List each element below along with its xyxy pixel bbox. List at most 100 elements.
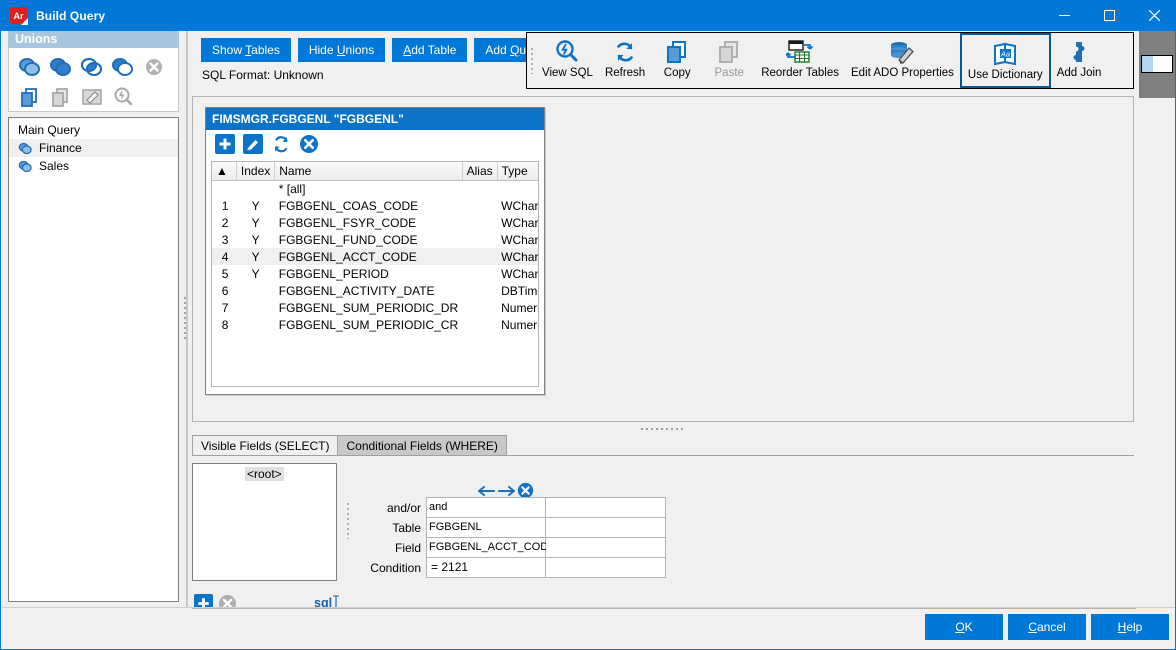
grid-header-name[interactable]: Name bbox=[274, 162, 463, 181]
table-row[interactable]: * [all] bbox=[212, 180, 538, 197]
copy-query-icon[interactable] bbox=[14, 83, 45, 110]
scrollbar-thumb[interactable] bbox=[1141, 55, 1173, 73]
fields-table: ▲ Index Name Alias Type * [all] 1 Y FGBGEN… bbox=[212, 162, 538, 333]
sidebar-item-finance[interactable]: Finance bbox=[9, 139, 178, 157]
ribbon-refresh[interactable]: Refresh bbox=[599, 33, 651, 88]
table-row[interactable]: 1 Y FGBGENL_COAS_CODE WChar bbox=[212, 197, 538, 214]
condition-andor-input[interactable]: and bbox=[426, 497, 546, 518]
tree-root-label: Main Query bbox=[18, 123, 81, 137]
bottom-tabs: Visible Fields (SELECT) Conditional Fiel… bbox=[192, 435, 1134, 455]
condition-value-extra[interactable] bbox=[546, 557, 666, 578]
table-row[interactable]: 7FGBGENL_SUM_PERIODIC_DRNumeric bbox=[212, 299, 538, 316]
ribbon-reorder-tables[interactable]: Reorder Tables bbox=[755, 33, 845, 88]
except-icon[interactable] bbox=[107, 53, 138, 80]
refresh-fields-icon[interactable] bbox=[271, 134, 291, 154]
horizontal-splitter[interactable] bbox=[192, 424, 1134, 433]
table-row-selected[interactable]: 4 Y FGBGENL_ACCT_CODE WChar bbox=[212, 248, 538, 265]
condition-label: Field bbox=[394, 541, 421, 555]
unions-tree[interactable]: Main Query Finance Sales bbox=[8, 117, 179, 602]
condition-andor-extra[interactable] bbox=[546, 497, 666, 518]
ok-button[interactable]: OK bbox=[925, 614, 1003, 640]
reorder-tables-icon bbox=[786, 38, 814, 66]
query-canvas[interactable]: FIMSMGR.FGBGENL "FGBGENL" ▲ Index Name A… bbox=[192, 96, 1134, 422]
condition-table-extra[interactable] bbox=[546, 517, 666, 538]
copy-icon bbox=[664, 38, 690, 66]
top-toolbar: Show Tables Hide Unions Add Table Add Qu… bbox=[189, 31, 1175, 89]
ribbon-use-dictionary[interactable]: Aa Use Dictionary bbox=[959, 33, 1051, 88]
cancel-button[interactable]: Cancel bbox=[1008, 614, 1086, 640]
add-field-icon[interactable] bbox=[215, 134, 235, 154]
ribbon-paste[interactable]: Paste bbox=[703, 33, 755, 88]
add-table-button[interactable]: Add Table bbox=[392, 38, 468, 62]
table-card[interactable]: FIMSMGR.FGBGENL "FGBGENL" ▲ Index Name A… bbox=[205, 107, 545, 395]
splitter-line bbox=[186, 31, 188, 607]
condition-splitter[interactable] bbox=[344, 486, 352, 556]
ribbon-copy[interactable]: Copy bbox=[651, 33, 703, 88]
refresh-icon bbox=[612, 38, 638, 66]
condition-row-field: Field FGBGENL_ACCT_CODE bbox=[362, 537, 666, 558]
sql-format-label: SQL Format: Unknown bbox=[202, 68, 324, 82]
table-row[interactable]: 6FGBGENL_ACTIVITY_DATEDBTime... bbox=[212, 282, 538, 299]
close-icon[interactable] bbox=[1132, 0, 1175, 31]
ribbon-toolbar: View SQL Refresh Copy Paste Reorder Tabl… bbox=[526, 32, 1134, 89]
remove-union-icon bbox=[138, 53, 169, 80]
edit-ado-properties-icon bbox=[888, 38, 916, 66]
ribbon-label: Paste bbox=[714, 67, 744, 79]
use-dictionary-icon: Aa bbox=[992, 40, 1018, 68]
tab-visible-fields[interactable]: Visible Fields (SELECT) bbox=[192, 435, 339, 455]
grid-header-sort[interactable]: ▲ bbox=[212, 162, 237, 181]
intersect-icon[interactable] bbox=[76, 53, 107, 80]
grid-header-type[interactable]: Type bbox=[497, 162, 538, 181]
condition-label: Condition bbox=[370, 561, 421, 575]
condition-field-extra[interactable] bbox=[546, 537, 666, 558]
window-title: Build Query bbox=[36, 8, 106, 23]
table-row[interactable]: 3 Y FGBGENL_FUND_CODE WChar bbox=[212, 231, 538, 248]
condition-value-input[interactable]: = 2121 bbox=[426, 557, 546, 578]
help-button[interactable]: Help bbox=[1091, 614, 1169, 640]
title-bar: Ar Build Query bbox=[1, 0, 1175, 31]
footer-divider bbox=[192, 608, 1136, 609]
unions-header: Unions bbox=[8, 31, 179, 48]
edit-query-icon bbox=[76, 83, 107, 110]
delete-table-icon[interactable] bbox=[299, 134, 319, 154]
edit-field-icon[interactable] bbox=[243, 134, 263, 154]
union-node-icon bbox=[18, 160, 37, 173]
ribbon-label: Refresh bbox=[604, 67, 646, 79]
union-all-icon[interactable] bbox=[14, 53, 45, 80]
grid-header-alias[interactable]: Alias bbox=[462, 162, 498, 181]
ribbon-view-sql[interactable]: View SQL bbox=[536, 33, 599, 88]
union-icon[interactable] bbox=[45, 53, 76, 80]
table-row[interactable]: 5 Y FGBGENL_PERIOD WChar bbox=[212, 265, 538, 282]
sidebar-item-label: Finance bbox=[39, 141, 82, 155]
tab-conditional-fields[interactable]: Conditional Fields (WHERE) bbox=[337, 435, 507, 455]
grid-header-index[interactable]: Index bbox=[236, 162, 276, 181]
condition-row-condition: Condition = 2121 bbox=[362, 557, 666, 578]
table-row[interactable]: 8FGBGENL_SUM_PERIODIC_CRNumeric bbox=[212, 316, 538, 333]
table-row[interactable]: 2 Y FGBGENL_FSYR_CODE WChar bbox=[212, 214, 538, 231]
condition-field-input[interactable]: FGBGENL_ACCT_CODE bbox=[426, 537, 556, 558]
fields-grid[interactable]: ▲ Index Name Alias Type * [all] 1 Y FGBGEN… bbox=[211, 161, 539, 387]
ribbon-scrollbar[interactable] bbox=[1139, 31, 1175, 98]
condition-table-input[interactable]: FGBGENL bbox=[426, 517, 546, 538]
condition-tree-root[interactable]: <root> bbox=[245, 467, 284, 481]
ribbon-label: Reorder Tables bbox=[761, 67, 839, 79]
hide-unions-button[interactable]: Hide Unions bbox=[297, 38, 386, 62]
union-node-icon bbox=[18, 142, 37, 155]
conditional-fields-panel: <root> sql and/or and Table FGBGENL Fiel… bbox=[192, 455, 1134, 613]
minimize-icon[interactable] bbox=[1042, 0, 1087, 31]
condition-tree[interactable]: <root> bbox=[192, 463, 337, 581]
ribbon-add-join[interactable]: Add Join bbox=[1051, 33, 1108, 88]
app-icon: Ar bbox=[10, 7, 27, 24]
show-tables-button[interactable]: Show Tables bbox=[201, 38, 291, 62]
ribbon-edit-ado-properties[interactable]: Edit ADO Properties bbox=[845, 33, 960, 88]
window-controls bbox=[1042, 0, 1175, 31]
grid-header-row: ▲ Index Name Alias Type bbox=[212, 162, 538, 181]
sidebar-item-sales[interactable]: Sales bbox=[9, 157, 178, 175]
sidebar-splitter[interactable] bbox=[180, 31, 189, 607]
table-card-title: FIMSMGR.FGBGENL "FGBGENL" bbox=[206, 108, 544, 130]
unions-toolbar bbox=[8, 48, 179, 112]
condition-fields-table: and/or and Table FGBGENL Field FGBGENL_A… bbox=[362, 497, 666, 578]
maximize-icon[interactable] bbox=[1087, 0, 1132, 31]
ribbon-label: Copy bbox=[663, 67, 691, 79]
ribbon-grip[interactable] bbox=[527, 33, 536, 88]
